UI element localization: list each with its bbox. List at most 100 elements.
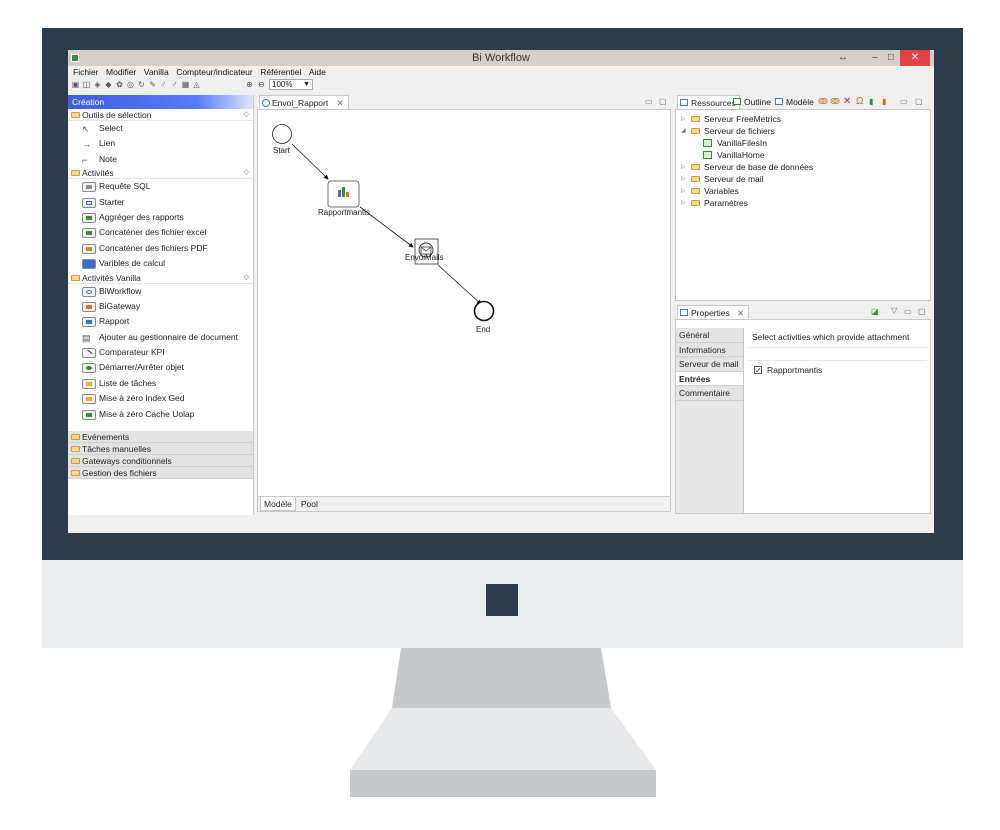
ptab-informations[interactable]: Informations	[676, 342, 743, 357]
tree-params[interactable]: ▷ Paramètres	[676, 197, 930, 209]
omega-icon[interactable]: Ω	[856, 96, 863, 107]
palette-item-note[interactable]: ⌐ Note	[68, 152, 253, 167]
report-icon[interactable]: ▮	[882, 97, 886, 106]
tab-properties[interactable]: Properties ✕	[677, 305, 750, 319]
palette-item-link[interactable]: → Lien	[68, 136, 253, 151]
palette-item-aggregate[interactable]: Aggréger des rapports	[68, 210, 253, 225]
folder-icon	[691, 188, 700, 194]
menu-vanilla[interactable]: Vanilla	[144, 66, 169, 78]
grid-icon[interactable]: ▦	[181, 80, 190, 89]
ptab-general[interactable]: Général	[676, 328, 743, 343]
menu-fichier[interactable]: Fichier	[73, 66, 99, 78]
palette-item-starter[interactable]: Starter	[68, 195, 253, 210]
palette-item-tasks[interactable]: Liste de tâches	[68, 376, 253, 391]
settings-icon[interactable]: ✿	[115, 80, 124, 89]
new-file-icon[interactable]: ▣	[71, 80, 80, 89]
ptab-entrees[interactable]: Entrées	[676, 371, 743, 386]
ptab-mail-server[interactable]: Serveur de mail	[676, 357, 743, 372]
close-button[interactable]: ✕	[900, 50, 930, 66]
maximize-view-icon[interactable]: ▢	[918, 307, 926, 316]
expand-arrow-icon[interactable]: ▷	[681, 197, 686, 209]
palette-item-start-stop[interactable]: Démarrer/Arrêter objet	[68, 360, 253, 375]
collapse-icon[interactable]: ◇	[244, 109, 249, 121]
palette-item-bigateway[interactable]: BiGateway	[68, 299, 253, 314]
open-icon[interactable]: ◫	[82, 80, 91, 89]
zoom-out-icon[interactable]: ⊖	[257, 80, 266, 89]
tree-mail[interactable]: ▷ Serveur de mail	[676, 173, 930, 185]
save-icon[interactable]: ◈	[93, 80, 102, 89]
edit-icon[interactable]: ✎	[148, 80, 157, 89]
palette-item-biworkflow[interactable]: BiWorkflow	[68, 284, 253, 299]
kpi-icon	[82, 348, 96, 359]
minimize-view-icon[interactable]: ▭	[645, 97, 653, 106]
minimize-view-icon[interactable]: ▭	[904, 307, 912, 316]
restore-arrows-icon[interactable]: ↔	[836, 50, 850, 66]
view-menu-icon[interactable]: ▽	[891, 306, 897, 315]
maximize-view-icon[interactable]: ▢	[915, 97, 923, 106]
palette-item-reset-cache[interactable]: Mise à zéro Cache Uolap	[68, 407, 253, 422]
expand-arrow-icon[interactable]: ▷	[681, 113, 686, 125]
palette-item-kpi[interactable]: Comparateur KPI	[68, 345, 253, 360]
tab-outline[interactable]: Outline	[731, 95, 771, 109]
menu-aide[interactable]: Aide	[309, 66, 326, 78]
drawer-activities[interactable]: Activités ◇	[68, 167, 253, 180]
maximize-button[interactable]: □	[884, 50, 898, 66]
maximize-view-icon[interactable]: ▢	[659, 97, 667, 106]
link-icon[interactable]: ↂ	[818, 97, 828, 106]
tab-close-icon[interactable]: ✕	[737, 308, 744, 318]
workflow-canvas[interactable]: Start Rapportmantis EnvoiMails End	[257, 109, 671, 497]
tree-files[interactable]: ◢ Serveur de fichiers	[676, 125, 930, 137]
unlink-icon[interactable]: ♂	[170, 80, 179, 89]
drawer-vanilla[interactable]: Activités Vanilla ◇	[68, 271, 253, 284]
palette-item-sql[interactable]: Requête SQL	[68, 179, 253, 194]
delete-icon[interactable]: ✕	[843, 96, 851, 107]
refresh-icon[interactable]: ↻	[137, 80, 146, 89]
expand-arrow-icon[interactable]: ▷	[681, 161, 686, 173]
collapse-arrow-icon[interactable]: ◢	[681, 125, 686, 137]
tab-close-icon[interactable]: ✕	[337, 98, 344, 108]
checkbox-checked-icon[interactable]: ✓	[754, 366, 762, 375]
tab-envoi-rapport[interactable]: Envoi_Rapport ✕	[259, 95, 349, 109]
tree-freemetrics[interactable]: ▷ Serveur FreeMetrics	[676, 113, 930, 125]
menu-modifier[interactable]: Modifier	[106, 66, 136, 78]
palette-item-variables[interactable]: Varibles de calcul	[68, 256, 253, 271]
search-icon[interactable]: ◎	[126, 80, 135, 89]
tree-variables[interactable]: ▷ Variables	[676, 185, 930, 197]
zoom-select[interactable]: 100% ▼	[269, 79, 313, 90]
palette-item-pdf[interactable]: Concaténer des fichiers PDF	[68, 241, 253, 256]
palette-item-ged[interactable]: ▤ Ajouter au gestionnaire de document	[68, 330, 253, 345]
tab-modele-view[interactable]: Modèle	[773, 95, 814, 109]
tab-modele[interactable]: Modèle	[260, 497, 296, 511]
menu-referentiel[interactable]: Référentiel	[260, 66, 301, 78]
link-icon[interactable]: ♂	[159, 80, 168, 89]
drawer-files[interactable]: Gestion des fichiers	[68, 467, 253, 480]
deploy-icon[interactable]: ◆	[104, 80, 113, 89]
palette-item-rapport[interactable]: Rapport	[68, 314, 253, 329]
tree-home[interactable]: VanillaHome	[676, 149, 930, 161]
properties-tabbar: Properties ✕ ◪ ▽ ▭ ▢	[675, 305, 934, 319]
tree-db[interactable]: ▷ Serveur de base de données	[676, 161, 930, 173]
drawer-gateways[interactable]: Gateways conditionnels	[68, 455, 253, 468]
export-icon[interactable]: ◬	[192, 80, 201, 89]
ptab-commentaire[interactable]: Commentaire	[676, 386, 743, 401]
menu-compteur[interactable]: Compteur/indicateur	[176, 66, 253, 78]
tree-files-in[interactable]: VanillaFilesIn	[676, 137, 930, 149]
tab-pool[interactable]: Pool	[298, 497, 321, 511]
zoom-in-icon[interactable]: ⊕	[245, 80, 254, 89]
minimize-button[interactable]: –	[868, 50, 882, 66]
expand-arrow-icon[interactable]: ▷	[681, 185, 686, 197]
drawer-events[interactable]: Evénements	[68, 431, 253, 444]
unlink-icon[interactable]: ↂ	[830, 97, 840, 106]
palette-item-select[interactable]: ↖ Select	[68, 121, 253, 136]
expand-arrow-icon[interactable]: ▷	[681, 173, 686, 185]
collapse-icon[interactable]: ◇	[244, 167, 249, 179]
attachment-checkbox[interactable]: ✓ Rapportmantis	[754, 365, 822, 375]
palette-item-reset-ged[interactable]: Mise à zéro Index Ged	[68, 391, 253, 406]
pin-icon[interactable]: ◪	[871, 307, 879, 316]
drawer-tools[interactable]: Outils de sélection ◇	[68, 109, 253, 121]
drawer-manual-tasks[interactable]: Tâches manuelles	[68, 443, 253, 456]
minimize-view-icon[interactable]: ▭	[900, 97, 908, 106]
chart-icon[interactable]: ▮	[869, 97, 873, 106]
collapse-icon[interactable]: ◇	[244, 272, 249, 284]
palette-item-excel[interactable]: Concaténer des fichier excel	[68, 225, 253, 240]
